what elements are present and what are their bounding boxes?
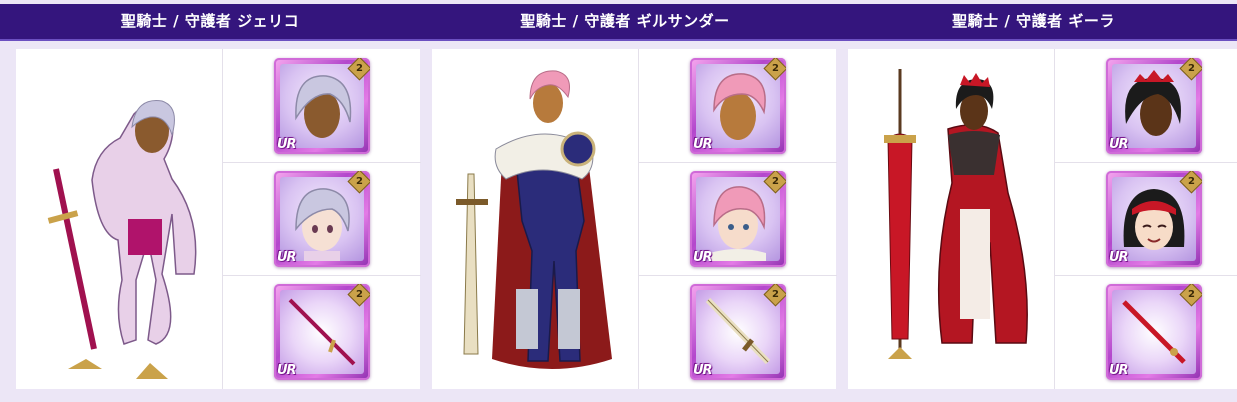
rarity-badge: UR [1109, 250, 1129, 265]
item-grid-gila: 2 UR 2 UR 2 UR [1054, 49, 1237, 389]
hair-item-card[interactable]: 2 UR [274, 58, 370, 154]
costume-panel-gila: 2 UR 2 UR 2 UR [842, 43, 1237, 395]
hair-item-card[interactable]: 2 UR [1106, 58, 1202, 154]
item-grid-jericho: 2 UR 2 UR 2 UR [222, 49, 421, 389]
rarity-badge: UR [1109, 363, 1129, 378]
weapon-item-card[interactable]: 2 UR [1106, 284, 1202, 380]
face-item-card[interactable]: 2 UR [274, 171, 370, 267]
hair-item-image [1112, 64, 1196, 148]
character-portrait-gilthunder [432, 49, 638, 389]
rarity-badge: UR [277, 137, 297, 152]
rarity-badge: UR [693, 137, 713, 152]
column-title-gilthunder: 聖騎士 / 守護者 ギルサンダー [520, 12, 730, 30]
weapon-item-card[interactable]: 2 UR [690, 284, 786, 380]
hair-item-image [696, 64, 780, 148]
item-cell-weapon: 2 UR [1055, 275, 1237, 388]
face-item-card[interactable]: 2 UR [1106, 171, 1202, 267]
character-portrait-gila [848, 49, 1054, 389]
weapon-item-image [696, 290, 780, 374]
item-cell-face: 2 UR [1055, 162, 1237, 276]
hair-item-image [280, 64, 364, 148]
hair-item-card[interactable]: 2 UR [690, 58, 786, 154]
item-cell-weapon: 2 UR [223, 275, 421, 388]
rarity-badge: UR [1109, 137, 1129, 152]
item-grid-gilthunder: 2 UR 2 UR 2 UR [638, 49, 837, 389]
rarity-badge: UR [693, 363, 713, 378]
costume-panel-jericho: 2 UR 2 UR 2 UR [10, 43, 426, 395]
weapon-item-image [1112, 290, 1196, 374]
item-cell-hair: 2 UR [223, 49, 421, 163]
costume-showcase: 聖騎士 / 守護者 ジェリコ 聖騎士 / 守護者 ギルサンダー 聖騎士 / 守護… [0, 0, 1237, 402]
item-cell-hair: 2 UR [639, 49, 837, 163]
item-cell-hair: 2 UR [1055, 49, 1237, 163]
character-portrait-jericho [16, 49, 222, 389]
face-item-image [280, 177, 364, 261]
weapon-item-card[interactable]: 2 UR [274, 284, 370, 380]
column-title-jericho: 聖騎士 / 守護者 ジェリコ [120, 12, 300, 30]
rarity-badge: UR [277, 363, 297, 378]
rarity-badge: UR [693, 250, 713, 265]
column-title-gila: 聖騎士 / 守護者 ギーラ [952, 12, 1115, 30]
rarity-badge: UR [277, 250, 297, 265]
weapon-item-image [280, 290, 364, 374]
face-item-card[interactable]: 2 UR [690, 171, 786, 267]
face-item-image [1112, 177, 1196, 261]
item-cell-face: 2 UR [639, 162, 837, 276]
item-cell-face: 2 UR [223, 162, 421, 276]
header-bar: 聖騎士 / 守護者 ジェリコ 聖騎士 / 守護者 ギルサンダー 聖騎士 / 守護… [0, 4, 1237, 41]
item-cell-weapon: 2 UR [639, 275, 837, 388]
face-item-image [696, 177, 780, 261]
costume-panel-gilthunder: 2 UR 2 UR 2 UR [426, 43, 842, 395]
